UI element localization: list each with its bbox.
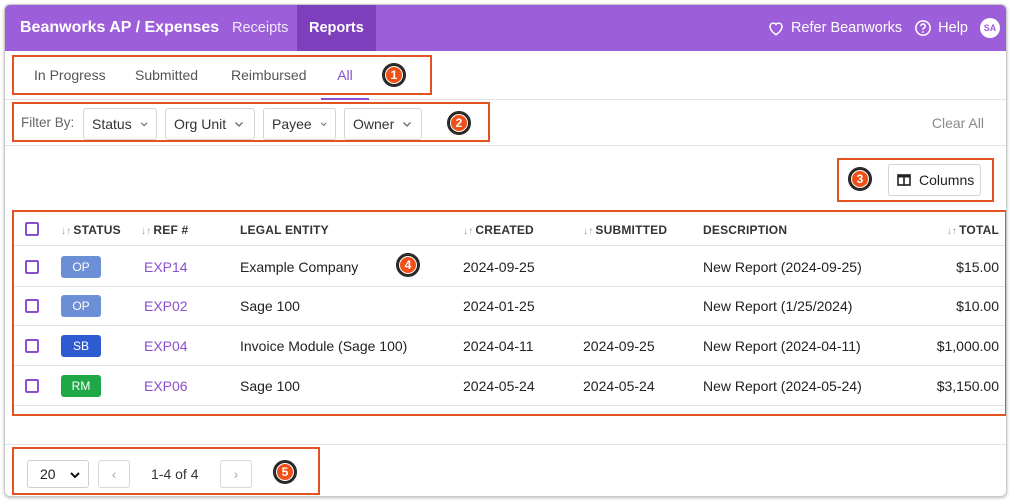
- columns-label: Columns: [919, 172, 975, 188]
- annotation-badge-2: 2: [447, 111, 471, 135]
- annotation-badge-1: 1: [382, 63, 406, 87]
- heart-icon: [769, 22, 783, 36]
- top-bar: Beanworks AP / Expenses Receipts Reports…: [5, 5, 1006, 51]
- nav-reports[interactable]: Reports: [297, 5, 376, 51]
- columns-icon: [897, 174, 911, 186]
- nav-receipts[interactable]: Receipts: [220, 5, 300, 51]
- columns-button[interactable]: Columns: [888, 164, 981, 196]
- annotation-box-2: [12, 102, 490, 142]
- clear-all-button[interactable]: Clear All: [932, 115, 984, 131]
- top-right-actions: Refer Beanworks Help SA: [767, 5, 1000, 51]
- annotation-box-1: [12, 55, 432, 95]
- app-window: Beanworks AP / Expenses Receipts Reports…: [4, 4, 1007, 497]
- help-icon: [915, 20, 932, 36]
- annotation-box-4: [12, 210, 1006, 416]
- refer-label: Refer Beanworks: [790, 20, 903, 36]
- help-link[interactable]: Help: [914, 19, 968, 37]
- annotation-badge-3: 3: [848, 167, 872, 191]
- annotation-badge-4: 4: [396, 253, 420, 277]
- help-label: Help: [938, 20, 968, 36]
- app-title: Beanworks AP / Expenses: [20, 19, 220, 36]
- avatar[interactable]: SA: [980, 18, 1000, 38]
- refer-link[interactable]: Refer Beanworks: [767, 19, 902, 37]
- annotation-badge-5: 5: [273, 460, 297, 484]
